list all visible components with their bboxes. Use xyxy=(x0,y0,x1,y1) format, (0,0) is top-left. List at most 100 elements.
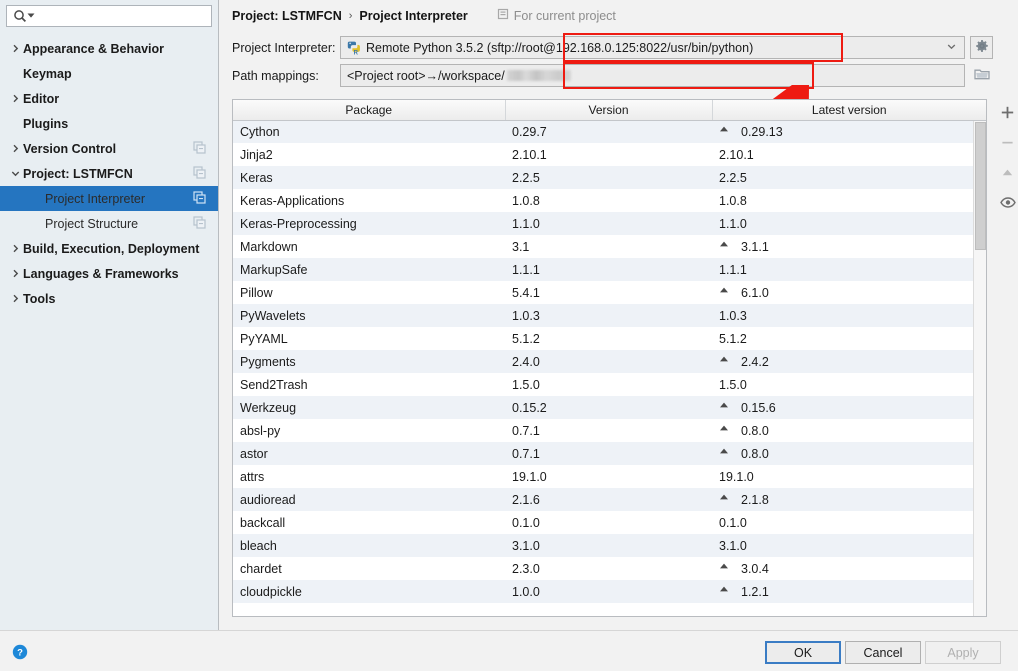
project-interpreter-row: Project Interpreter: R Remote Python 3.5… xyxy=(232,36,993,59)
cell-latest-version: 1.0.8 xyxy=(712,189,986,212)
cell-latest-version: 2.2.5 xyxy=(712,166,986,189)
column-header-package[interactable]: Package xyxy=(233,100,506,121)
breadcrumb-page: Project Interpreter xyxy=(359,8,468,23)
sidebar-item-project-structure[interactable]: Project Structure xyxy=(0,211,218,236)
path-mappings-browse-button[interactable] xyxy=(970,64,993,87)
packages-scrollbar-thumb[interactable] xyxy=(975,122,986,250)
copy-settings-icon[interactable] xyxy=(193,140,206,157)
cell-version: 2.10.1 xyxy=(505,143,712,166)
redacted-path-segment xyxy=(506,70,571,81)
table-row[interactable]: backcall 0.1.0 0.1.0 xyxy=(233,511,986,534)
upgrade-available-icon xyxy=(719,423,735,437)
remove-package-button[interactable] xyxy=(991,129,1018,159)
table-row[interactable]: attrs 19.1.0 19.1.0 xyxy=(233,465,986,488)
table-row[interactable]: audioread 2.1.6 2.1.8 xyxy=(233,488,986,511)
table-row[interactable]: cloudpickle 1.0.0 1.2.1 xyxy=(233,580,986,603)
sidebar-item-appearance-behavior[interactable]: Appearance & Behavior xyxy=(0,36,218,61)
table-row[interactable]: Markdown 3.1 3.1.1 xyxy=(233,235,986,258)
table-row[interactable]: Jinja2 2.10.1 2.10.1 xyxy=(233,143,986,166)
chevron-right-icon[interactable] xyxy=(8,244,23,253)
project-interpreter-combobox[interactable]: R Remote Python 3.5.2 (sftp://root@192.1… xyxy=(340,36,965,59)
cancel-button[interactable]: Cancel xyxy=(845,641,921,664)
latest-version-text: 2.4.2 xyxy=(741,355,769,369)
table-row[interactable]: astor 0.7.1 0.8.0 xyxy=(233,442,986,465)
dialog-footer: ? OK Cancel Apply https://blog.csdn.net/… xyxy=(0,630,1018,671)
cell-version: 5.1.2 xyxy=(505,327,712,350)
cell-package: Jinja2 xyxy=(233,143,505,166)
column-header-latest-version[interactable]: Latest version xyxy=(712,100,986,121)
packages-panel: Package Version Latest version Cython 0.2… xyxy=(232,99,987,617)
cell-package: Cython xyxy=(233,120,505,143)
cell-package: Keras-Applications xyxy=(233,189,505,212)
table-row[interactable]: Keras 2.2.5 2.2.5 xyxy=(233,166,986,189)
path-mappings-field[interactable]: <Project root>→/workspace/ xyxy=(340,64,965,87)
chevron-right-icon[interactable] xyxy=(8,94,23,103)
search-input[interactable] xyxy=(35,9,211,23)
add-package-button[interactable] xyxy=(991,99,1018,129)
table-row[interactable]: Keras-Preprocessing 1.1.0 1.1.0 xyxy=(233,212,986,235)
cell-latest-version: 1.2.1 xyxy=(712,580,986,603)
packages-scrollbar[interactable] xyxy=(973,121,986,616)
upgrade-package-button[interactable] xyxy=(991,159,1018,189)
show-paths-button[interactable] xyxy=(991,189,1018,219)
search-dropdown-arrow-icon[interactable] xyxy=(27,9,35,23)
upgrade-available-icon xyxy=(719,561,735,575)
chevron-right-icon[interactable] xyxy=(8,269,23,278)
cell-latest-version: 3.1.1 xyxy=(712,235,986,258)
table-row[interactable]: bleach 3.1.0 3.1.0 xyxy=(233,534,986,557)
help-button[interactable]: ? xyxy=(12,644,28,663)
path-mappings-label: Path mappings: xyxy=(232,68,319,83)
table-row[interactable]: absl-py 0.7.1 0.8.0 xyxy=(233,419,986,442)
latest-version-text: 2.1.8 xyxy=(741,493,769,507)
table-row[interactable]: chardet 2.3.0 3.0.4 xyxy=(233,557,986,580)
sidebar-item-editor[interactable]: Editor xyxy=(0,86,218,111)
cell-package: backcall xyxy=(233,511,505,534)
cell-package: Pygments xyxy=(233,350,505,373)
latest-version-text: 1.0.3 xyxy=(719,308,747,323)
cell-latest-version: 2.10.1 xyxy=(712,143,986,166)
sidebar-item-project-interpreter[interactable]: Project Interpreter xyxy=(0,186,218,211)
table-row[interactable]: Pygments 2.4.0 2.4.2 xyxy=(233,350,986,373)
sidebar-item-build-execution-deployment[interactable]: Build, Execution, Deployment xyxy=(0,236,218,261)
cell-version: 1.5.0 xyxy=(505,373,712,396)
copy-settings-icon[interactable] xyxy=(193,190,206,207)
sidebar-item-label: Version Control xyxy=(23,141,117,156)
chevron-down-icon[interactable] xyxy=(946,41,957,55)
column-header-version[interactable]: Version xyxy=(505,100,713,121)
breadcrumb-project[interactable]: Project: LSTMFCN xyxy=(232,9,342,23)
chevron-right-icon[interactable] xyxy=(8,44,23,53)
sidebar-item-keymap[interactable]: Keymap xyxy=(0,61,218,86)
sidebar-item-project-lstmfcn[interactable]: Project: LSTMFCN xyxy=(0,161,218,186)
chevron-right-icon[interactable] xyxy=(8,294,23,303)
copy-settings-icon[interactable] xyxy=(193,165,206,182)
chevron-down-icon[interactable] xyxy=(8,169,23,178)
copy-settings-icon[interactable] xyxy=(193,215,206,232)
latest-version-text: 6.1.0 xyxy=(741,286,769,300)
table-row[interactable]: MarkupSafe 1.1.1 1.1.1 xyxy=(233,258,986,281)
table-row[interactable]: Send2Trash 1.5.0 1.5.0 xyxy=(233,373,986,396)
interpreter-settings-gear-button[interactable] xyxy=(970,36,993,59)
latest-version-text: 3.1.0 xyxy=(719,538,747,553)
table-row[interactable]: PyYAML 5.1.2 5.1.2 xyxy=(233,327,986,350)
cell-latest-version: 1.1.1 xyxy=(712,258,986,281)
sidebar-item-version-control[interactable]: Version Control xyxy=(0,136,218,161)
table-row[interactable]: PyWavelets 1.0.3 1.0.3 xyxy=(233,304,986,327)
table-row[interactable]: Cython 0.29.7 0.29.13 xyxy=(233,120,986,143)
chevron-right-icon[interactable] xyxy=(8,144,23,153)
latest-version-text: 3.0.4 xyxy=(741,562,769,576)
table-row[interactable]: Werkzeug 0.15.2 0.15.6 xyxy=(233,396,986,419)
table-row[interactable]: Keras-Applications 1.0.8 1.0.8 xyxy=(233,189,986,212)
sidebar-item-plugins[interactable]: Plugins xyxy=(0,111,218,136)
minus-icon xyxy=(1000,135,1015,153)
svg-text:?: ? xyxy=(17,648,23,659)
ok-button[interactable]: OK xyxy=(765,641,841,664)
sidebar-item-tools[interactable]: Tools xyxy=(0,286,218,311)
path-mappings-row: Path mappings: <Project root>→/workspace… xyxy=(232,64,993,87)
search-box[interactable] xyxy=(6,5,212,27)
latest-version-text: 3.1.1 xyxy=(741,240,769,254)
cell-version: 1.0.8 xyxy=(505,189,712,212)
table-row[interactable]: Pillow 5.4.1 6.1.0 xyxy=(233,281,986,304)
sidebar-item-languages-frameworks[interactable]: Languages & Frameworks xyxy=(0,261,218,286)
cell-package: Pillow xyxy=(233,281,505,304)
cell-version: 3.1 xyxy=(505,235,712,258)
